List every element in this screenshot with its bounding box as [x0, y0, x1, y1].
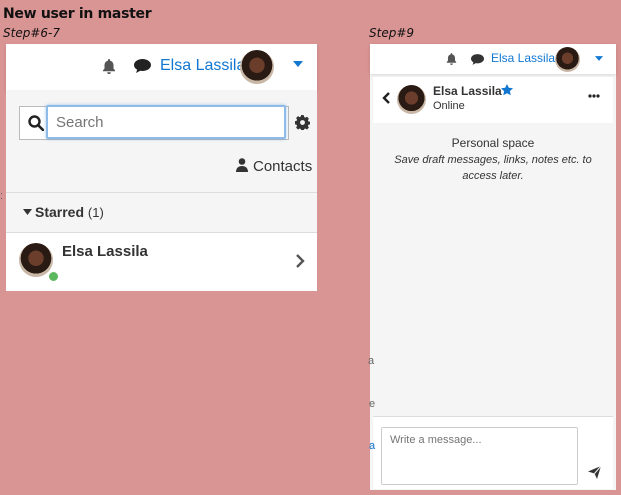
- avatar[interactable]: [240, 50, 274, 84]
- background-fragment: a: [369, 440, 376, 452]
- personal-space-title: Personal space: [451, 136, 535, 150]
- starred-count: (1): [87, 205, 104, 220]
- background-fragment: :: [0, 190, 4, 202]
- chat-icon[interactable]: [132, 57, 152, 75]
- star-icon: [500, 83, 513, 96]
- caret-down-icon[interactable]: [22, 207, 32, 217]
- personal-space-description: Save draft messages, links, notes etc. t…: [394, 154, 592, 182]
- step-label-right: Step#9: [369, 26, 415, 40]
- more-options-icon[interactable]: [587, 93, 601, 99]
- starred-section-label[interactable]: Starred (1): [35, 204, 104, 220]
- bell-icon[interactable]: [100, 56, 118, 76]
- messaging-drawer: Elsa Lassila Contacts Starred (1) Elsa L…: [6, 44, 317, 291]
- gear-icon[interactable]: [294, 114, 310, 130]
- search-icon[interactable]: [27, 114, 45, 132]
- doc-title: New user in master: [3, 6, 152, 22]
- chat-icon[interactable]: [470, 52, 485, 66]
- step-label-left: Step#6-7: [3, 26, 60, 40]
- user-menu-name[interactable]: Elsa Lassila: [491, 51, 555, 65]
- send-icon[interactable]: [587, 465, 601, 479]
- background-fragment: e: [369, 398, 376, 410]
- bell-icon[interactable]: [444, 51, 458, 67]
- caret-down-icon[interactable]: [594, 54, 604, 62]
- user-menu-name[interactable]: Elsa Lassila: [160, 57, 245, 75]
- navbar: Elsa Lassila: [370, 44, 616, 74]
- background-fragment: a: [368, 355, 375, 367]
- message-composer: [373, 416, 613, 489]
- user-icon[interactable]: [235, 157, 249, 173]
- conversation-item[interactable]: Elsa Lassila: [6, 232, 317, 291]
- online-indicator: [48, 271, 59, 282]
- caret-down-icon[interactable]: [291, 59, 305, 69]
- divider: [6, 192, 317, 193]
- conversation-drawer: Elsa Lassila Elsa Lassila Online Persona…: [370, 44, 616, 490]
- starred-label: Starred: [35, 204, 85, 220]
- status-text: Online: [433, 100, 465, 112]
- conversation-name[interactable]: Elsa Lassila: [433, 84, 502, 98]
- back-arrow-icon[interactable]: [381, 91, 391, 105]
- contacts-link[interactable]: Contacts: [253, 158, 312, 175]
- contact-avatar: [19, 243, 53, 277]
- avatar[interactable]: [555, 47, 580, 72]
- navbar: Elsa Lassila: [6, 44, 317, 90]
- conversation-header: Elsa Lassila Online: [373, 77, 613, 123]
- chevron-right-icon: [294, 253, 306, 269]
- contact-name: Elsa Lassila: [62, 243, 148, 260]
- search-input[interactable]: [46, 105, 286, 139]
- search-container: [19, 105, 289, 140]
- message-input[interactable]: [381, 427, 578, 485]
- contact-avatar[interactable]: [397, 85, 426, 114]
